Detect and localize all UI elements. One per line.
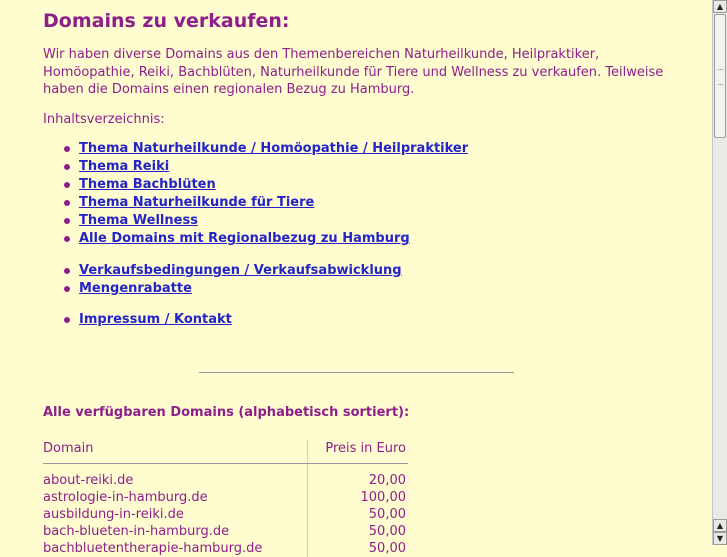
toc-link-naturheilkunde[interactable]: Thema Naturheilkunde / Homöopathie / Hei… [79, 141, 468, 156]
bullet-icon [64, 218, 70, 224]
toc-label: Inhaltsverzeichnis: [43, 112, 165, 127]
price-cell: 50,00 [307, 506, 408, 523]
page-title: Domains zu verkaufen: [43, 10, 290, 32]
bullet-icon [64, 236, 70, 242]
bullet-icon [64, 146, 70, 152]
price-cell: 20,00 [307, 463, 408, 489]
intro-text: Wir haben diverse Domains aus den Themen… [43, 47, 664, 97]
toc-item: Thema Reiki [43, 158, 468, 176]
bullet-icon [64, 164, 70, 170]
toc-link-verkaufsbedingungen[interactable]: Verkaufsbedingungen / Verkaufsabwicklung [79, 263, 402, 278]
toc-item: Thema Naturheilkunde / Homöopathie / Hei… [43, 140, 468, 158]
toc-list-topics: Thema Naturheilkunde / Homöopathie / Hei… [43, 140, 468, 248]
table-row: astrologie-in-hamburg.de 100,00 [43, 489, 408, 506]
domain-cell: bachbluetentherapie-hamburg.de [43, 541, 263, 556]
table-row: bach-blueten-in-hamburg.de 50,00 [43, 523, 408, 540]
table-row: bachbluetentherapie-hamburg.de 50,00 [43, 540, 408, 557]
toc-item: Thema Naturheilkunde für Tiere [43, 194, 468, 212]
column-header-price: Preis in Euro [307, 440, 408, 464]
vertical-scrollbar[interactable]: ▲ ▲ ▼ [712, 0, 727, 545]
horizontal-divider [199, 372, 514, 373]
price-cell: 50,00 [307, 540, 408, 557]
scrollbar-thumb[interactable] [714, 14, 726, 138]
toc-link-impressum[interactable]: Impressum / Kontakt [79, 312, 232, 327]
bullet-icon [64, 182, 70, 188]
grip-icon [718, 69, 723, 85]
price-cell: 50,00 [307, 523, 408, 540]
toc-item: Impressum / Kontakt [43, 311, 232, 329]
domain-cell: about-reiki.de [43, 473, 134, 488]
toc-item: Thema Bachblüten [43, 176, 468, 194]
toc-item: Alle Domains mit Regionalbezug zu Hambur… [43, 230, 468, 248]
table-row: ausbildung-in-reiki.de 50,00 [43, 506, 408, 523]
bullet-icon [64, 268, 70, 274]
toc-link-mengenrabatte[interactable]: Mengenrabatte [79, 281, 192, 296]
toc-link-wellness[interactable]: Thema Wellness [79, 213, 198, 228]
domains-heading: Alle verfügbaren Domains (alphabetisch s… [43, 405, 410, 420]
scroll-up-arrow-icon[interactable]: ▲ [713, 0, 727, 13]
domain-cell: bach-blueten-in-hamburg.de [43, 524, 230, 539]
scroll-up-arrow-icon[interactable]: ▲ [713, 519, 727, 532]
table-header-row: Domain Preis in Euro [43, 440, 408, 464]
toc-item: Thema Wellness [43, 212, 468, 230]
toc-list-impressum: Impressum / Kontakt [43, 311, 232, 329]
domain-cell: ausbildung-in-reiki.de [43, 507, 184, 522]
toc-item: Mengenrabatte [43, 280, 402, 298]
bullet-icon [64, 200, 70, 206]
column-header-domain: Domain [43, 440, 308, 464]
toc-link-reiki[interactable]: Thema Reiki [79, 159, 169, 174]
price-cell: 100,00 [307, 489, 408, 506]
toc-item: Verkaufsbedingungen / Verkaufsabwicklung [43, 262, 402, 280]
toc-link-tiere[interactable]: Thema Naturheilkunde für Tiere [79, 195, 314, 210]
toc-list-conditions: Verkaufsbedingungen / Verkaufsabwicklung… [43, 262, 402, 298]
toc-link-bachblueten[interactable]: Thema Bachblüten [79, 177, 216, 192]
bullet-icon [64, 286, 70, 292]
table-row: about-reiki.de 20,00 [43, 463, 408, 489]
scroll-down-arrow-icon[interactable]: ▼ [713, 532, 727, 545]
domains-table: Domain Preis in Euro about-reiki.de 20,0… [43, 440, 408, 557]
bullet-icon [64, 317, 70, 323]
toc-link-hamburg[interactable]: Alle Domains mit Regionalbezug zu Hambur… [79, 231, 410, 246]
domain-cell: astrologie-in-hamburg.de [43, 490, 208, 505]
